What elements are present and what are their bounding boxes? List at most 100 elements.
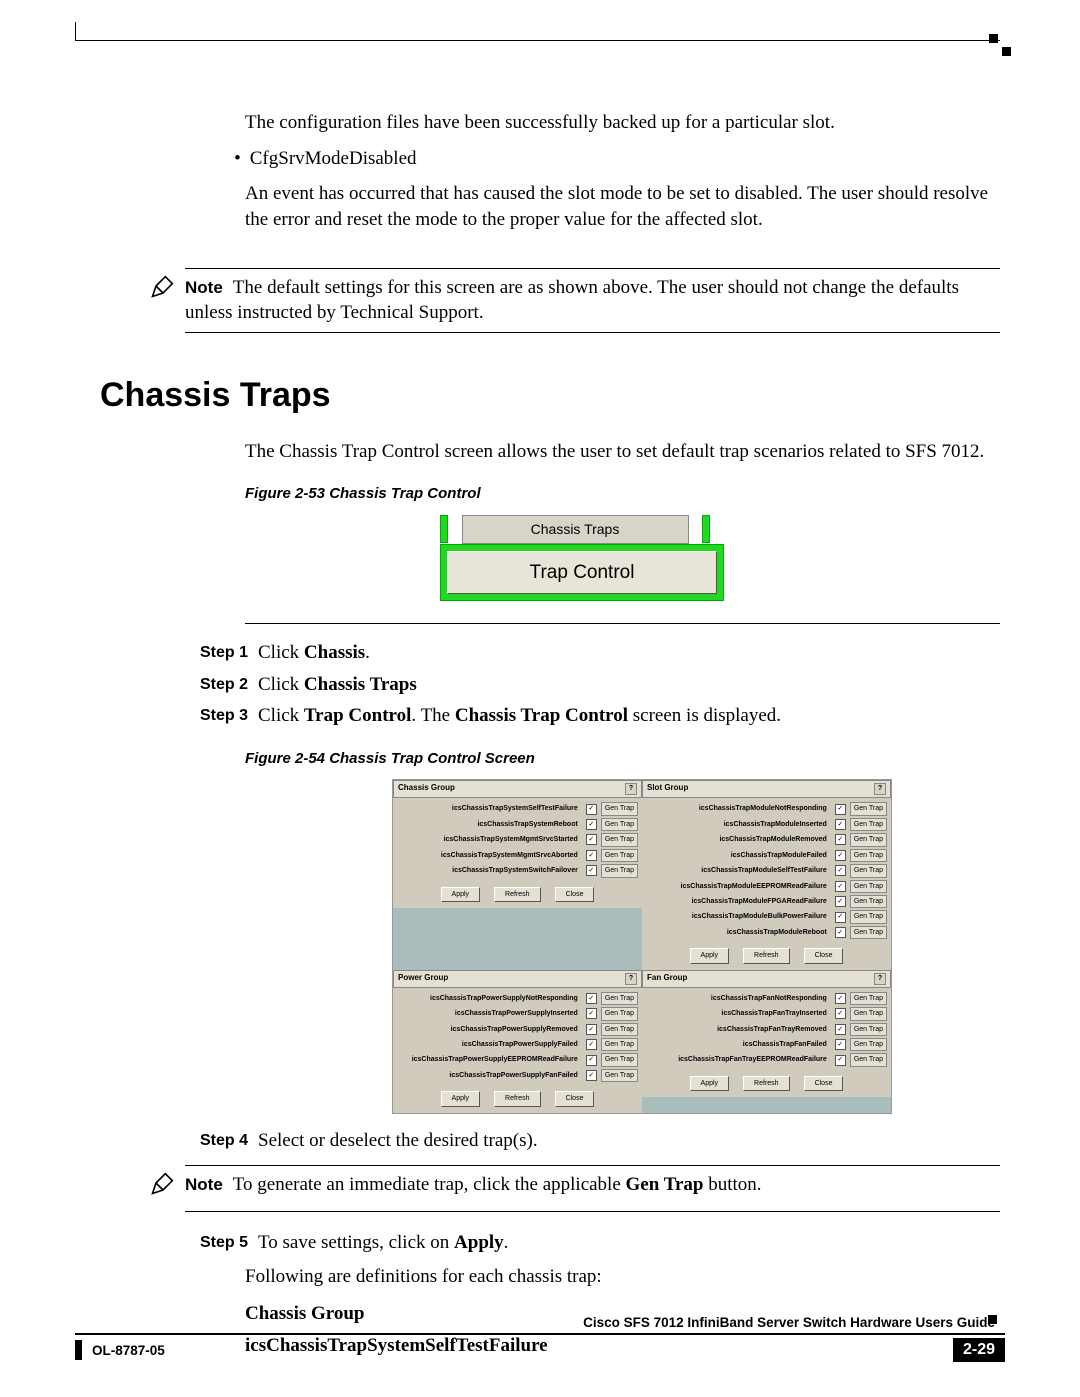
gen-trap-button[interactable]: Gen Trap [850,880,887,893]
refresh-button[interactable]: Refresh [494,1091,541,1106]
trap-checkbox[interactable]: ✓ [586,819,597,830]
trap-row: icsChassisTrapModuleInserted✓Gen Trap [646,817,887,832]
step-label: Step 1 [200,640,258,666]
apply-button[interactable]: Apply [690,948,730,963]
trap-checkbox[interactable]: ✓ [835,896,846,907]
close-button[interactable]: Close [804,948,844,963]
note-bold: Gen Trap [626,1174,704,1195]
apply-button[interactable]: Apply [441,1091,481,1106]
note-body: NoteTo generate an immediate trap, click… [185,1165,1000,1198]
step-text: Click Trap Control. The Chassis Trap Con… [258,703,1000,729]
gen-trap-button[interactable]: Gen Trap [850,864,887,877]
trap-checkbox[interactable]: ✓ [835,1039,846,1050]
chassis-traps-tab[interactable]: Chassis Traps [462,515,689,544]
trap-checkbox[interactable]: ✓ [586,865,597,876]
trap-checkbox[interactable]: ✓ [586,993,597,1004]
trap-name: icsChassisTrapModuleEEPROMReadFailure [646,882,831,891]
apply-button[interactable]: Apply [441,887,481,902]
gen-trap-button[interactable]: Gen Trap [601,864,638,877]
gen-trap-button[interactable]: Gen Trap [850,1023,887,1036]
trap-row: icsChassisTrapModuleFailed✓Gen Trap [646,848,887,863]
page-footer: Cisco SFS 7012 InfiniBand Server Switch … [75,1315,1005,1362]
empty-space [393,908,642,963]
help-icon[interactable]: ? [874,783,886,795]
gen-trap-button[interactable]: Gen Trap [601,833,638,846]
refresh-button[interactable]: Refresh [494,887,541,902]
trap-checkbox[interactable]: ✓ [586,1039,597,1050]
trap-name: icsChassisTrapPowerSupplyFanFailed [397,1071,582,1080]
gen-trap-button[interactable]: Gen Trap [850,802,887,815]
panel-buttons: Apply Refresh Close [642,943,891,969]
trap-checkbox[interactable]: ✓ [835,804,846,815]
trap-checkbox[interactable]: ✓ [586,850,597,861]
close-button[interactable]: Close [555,1091,595,1106]
help-icon[interactable]: ? [625,783,637,795]
following-text: Following are definitions for each chass… [245,1264,1000,1290]
crop-mark [1002,47,1011,56]
rule [75,1333,1005,1335]
trap-name: icsChassisTrapSystemSwitchFailover [397,866,582,875]
close-button[interactable]: Close [555,887,595,902]
gen-trap-button[interactable]: Gen Trap [601,802,638,815]
trap-name: icsChassisTrapSystemMgmtSrvcAborted [397,851,582,860]
gen-trap-button[interactable]: Gen Trap [850,833,887,846]
trap-row: icsChassisTrapPowerSupplyRemoved ✓ Gen Tra… [397,1022,638,1037]
content-column: The configuration files have been succes… [140,110,1000,1359]
gen-trap-button[interactable]: Gen Trap [601,992,638,1005]
trap-row: icsChassisTrapSystemMgmtSrvcStarted✓Gen … [397,832,638,847]
trap-checkbox[interactable]: ✓ [835,834,846,845]
chassis-group-panel: Chassis Group? icsChassisTrapSystemSelfT… [393,780,642,969]
trap-checkbox[interactable]: ✓ [835,850,846,861]
trap-checkbox[interactable]: ✓ [835,912,846,923]
gen-trap-button[interactable]: Gen Trap [850,910,887,923]
panel-header: Slot Group? [642,780,891,798]
gen-trap-button[interactable]: Gen Trap [601,1053,638,1066]
trap-checkbox[interactable]: ✓ [835,1024,846,1035]
apply-button[interactable]: Apply [690,1076,730,1091]
trap-checkbox[interactable]: ✓ [835,927,846,938]
trap-checkbox[interactable]: ✓ [835,993,846,1004]
trap-checkbox[interactable]: ✓ [835,1055,846,1066]
gen-trap-button[interactable]: Gen Trap [601,1007,638,1020]
gen-trap-button[interactable]: Gen Trap [850,818,887,831]
trap-checkbox[interactable]: ✓ [586,1070,597,1081]
trap-checkbox[interactable]: ✓ [586,834,597,845]
help-icon[interactable]: ? [625,973,637,985]
gen-trap-button[interactable]: Gen Trap [850,1053,887,1066]
trap-name: icsChassisTrapSystemSelfTestFailure [397,804,582,813]
trap-checkbox[interactable]: ✓ [835,819,846,830]
trap-checkbox[interactable]: ✓ [586,1055,597,1066]
gen-trap-button[interactable]: Gen Trap [850,849,887,862]
gen-trap-button[interactable]: Gen Trap [601,849,638,862]
panel-header: Power Group? [393,970,642,988]
gen-trap-button[interactable]: Gen Trap [850,895,887,908]
trap-checkbox[interactable]: ✓ [835,865,846,876]
trap-row: icsChassisTrapSystemSelfTestFailure ✓ Gen … [397,801,638,816]
trap-checkbox[interactable]: ✓ [835,881,846,892]
gen-trap-button[interactable]: Gen Trap [850,992,887,1005]
help-icon[interactable]: ? [874,973,886,985]
close-button[interactable]: Close [804,1076,844,1091]
gen-trap-button[interactable]: Gen Trap [601,1069,638,1082]
trap-name: icsChassisTrapPowerSupplyRemoved [397,1025,582,1034]
refresh-button[interactable]: Refresh [743,948,790,963]
trap-row: icsChassisTrapSystemReboot✓Gen Trap [397,817,638,832]
panel-body: icsChassisTrapModuleNotResponding✓Gen Tr… [642,798,891,943]
trap-checkbox[interactable]: ✓ [586,1024,597,1035]
gen-trap-button[interactable]: Gen Trap [850,1007,887,1020]
panel-header: Chassis Group? [393,780,642,798]
gen-trap-button[interactable]: Gen Trap [850,1038,887,1051]
gen-trap-button[interactable]: Gen Trap [850,926,887,939]
trap-control-button[interactable]: Trap Control [447,551,717,595]
refresh-button[interactable]: Refresh [743,1076,790,1091]
trap-name: icsChassisTrapModuleFPGAReadFailure [646,897,831,906]
gen-trap-button[interactable]: Gen Trap [601,1038,638,1051]
trap-checkbox[interactable]: ✓ [586,804,597,815]
crop-mark [989,34,998,43]
trap-checkbox[interactable]: ✓ [835,1008,846,1019]
step-label: Step 4 [200,1128,258,1154]
trap-row: icsChassisTrapFanTrayInserted✓Gen Trap [646,1006,887,1021]
trap-checkbox[interactable]: ✓ [586,1008,597,1019]
gen-trap-button[interactable]: Gen Trap [601,1023,638,1036]
gen-trap-button[interactable]: Gen Trap [601,818,638,831]
